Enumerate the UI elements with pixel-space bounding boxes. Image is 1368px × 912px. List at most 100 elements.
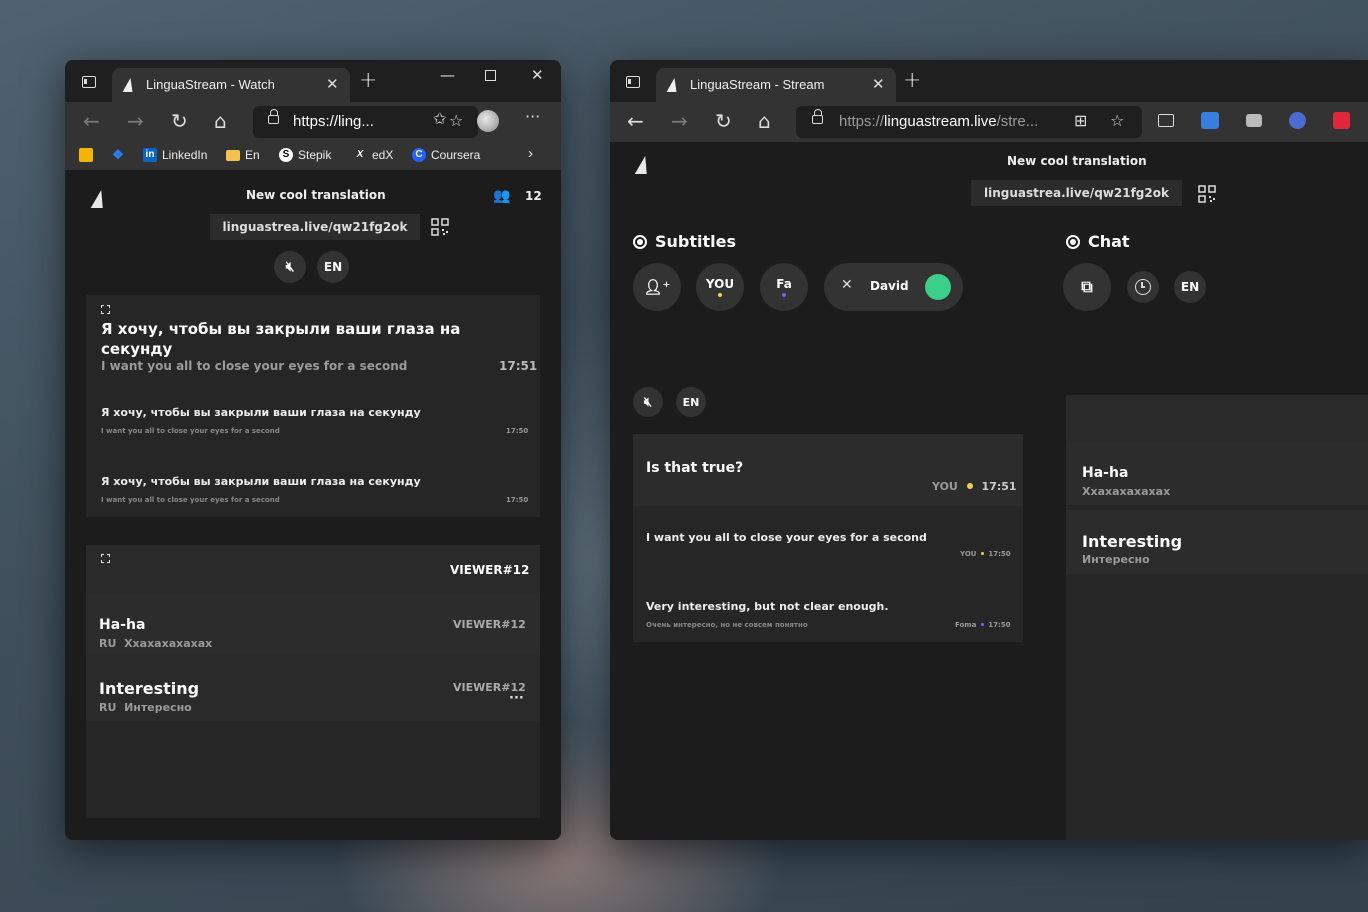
speaker-label: Fa: [776, 277, 792, 291]
add-favorite-icon[interactable]: ☆: [449, 112, 463, 130]
app-logo[interactable]: [634, 156, 652, 174]
url-text[interactable]: https://ling...: [293, 113, 374, 130]
chat-message-text: Interesting: [1082, 532, 1183, 551]
subtitle-item-time: 17:50: [506, 496, 529, 504]
forward-arrow-icon[interactable]: →: [671, 110, 688, 132]
stream-page: New cool translation linguastrea.live/qw…: [610, 142, 1368, 840]
radio-selected-icon: [1066, 234, 1080, 249]
language-button[interactable]: EN: [676, 387, 706, 417]
tab-actions-icon[interactable]: [626, 76, 640, 88]
chat-message: Ha-ha Ххахахахахах: [1066, 441, 1368, 505]
subtitle-item-translation: I want you all to close your eyes for a …: [101, 496, 280, 504]
linkedin-icon: in: [143, 148, 157, 162]
tab-title: LinguaStream - Stream: [690, 77, 825, 92]
close-tab-icon[interactable]: ✕: [872, 75, 885, 93]
refresh-icon[interactable]: ↻: [171, 110, 188, 132]
bookmark-dropbox[interactable]: ❖: [111, 148, 130, 162]
tab-actions-icon[interactable]: [82, 76, 96, 88]
refresh-icon[interactable]: ↻: [715, 110, 732, 132]
chat-message-translation: RU Ххахахахахах: [99, 637, 213, 650]
bookmark-coursera[interactable]: C Coursera: [412, 148, 480, 162]
remove-speaker-icon[interactable]: ✕: [841, 277, 853, 293]
minimize-button[interactable]: —: [440, 66, 455, 84]
home-icon[interactable]: ⌂: [214, 110, 227, 132]
add-person-icon: 👤︎⁺: [643, 278, 671, 296]
picture-in-picture-icon[interactable]: [1158, 114, 1174, 127]
tab-bar: LinguaStream - Stream ✕ +: [610, 60, 1368, 102]
chat-message-translation: Интересно: [1082, 553, 1150, 566]
cursor-extension-icon[interactable]: [1289, 112, 1306, 129]
bookmark-folder-en[interactable]: En: [226, 148, 260, 162]
chat-message-text: Ha-ha: [1082, 465, 1129, 481]
subtitle-current: Is that true? YOU 17:51: [633, 434, 1023, 506]
bookmark-stepik[interactable]: S Stepik: [279, 148, 331, 162]
chat-message-translation: RU Интересно: [99, 701, 192, 714]
back-arrow-icon[interactable]: ←: [627, 110, 644, 132]
chat-section-heading[interactable]: Chat: [1066, 232, 1130, 251]
qr-code-icon[interactable]: [431, 218, 449, 236]
more-menu-icon[interactable]: ···: [525, 108, 540, 126]
speaker-color-swatch[interactable]: [925, 274, 951, 300]
stream-link[interactable]: linguastrea.live/qw21fg2ok: [210, 214, 420, 240]
home-icon[interactable]: ⌂: [758, 110, 771, 132]
close-window-button[interactable]: ✕: [531, 66, 544, 84]
record-extension-icon[interactable]: [1333, 112, 1350, 129]
chat-current-viewer: VIEWER#12: [450, 563, 530, 577]
favorites-icon[interactable]: ✩: [433, 110, 446, 128]
new-tab-button[interactable]: +: [903, 70, 921, 92]
forward-arrow-icon[interactable]: →: [127, 110, 144, 132]
mute-button[interactable]: 🔇︎: [274, 251, 306, 283]
bookmark-linkedin[interactable]: in LinkedIn: [143, 148, 207, 162]
url-text[interactable]: https://linguastream.live/stre...: [839, 113, 1038, 130]
tab-stream[interactable]: LinguaStream - Stream ✕: [656, 68, 896, 102]
subtitle-item-text: Very interesting, but not clear enough.: [646, 600, 889, 613]
app-logo[interactable]: [90, 190, 108, 208]
viewers-icon: 👥: [493, 188, 511, 204]
fullscreen-icon[interactable]: [101, 305, 110, 314]
subtitle-current-time: 17:51: [499, 359, 538, 373]
camera-extension-icon[interactable]: [1246, 114, 1262, 127]
apps-icon[interactable]: ⊞: [1074, 112, 1087, 130]
back-arrow-icon[interactable]: ←: [83, 110, 100, 132]
tab-watch[interactable]: LinguaStream - Watch ✕: [112, 68, 350, 102]
active-speaker-chip[interactable]: ✕ David: [824, 263, 963, 311]
stream-browser-window: LinguaStream - Stream ✕ + ← → ↻ ⌂ https:…: [610, 60, 1368, 840]
bookmarks-more-chevron-icon[interactable]: ›: [528, 145, 533, 162]
address-bar[interactable]: https://linguastream.live/stre... ⊞ ☆: [796, 106, 1142, 138]
history-button[interactable]: [1127, 271, 1159, 303]
qr-code-icon[interactable]: [1198, 185, 1216, 203]
subtitle-item-text: I want you all to close your eyes for a …: [646, 531, 927, 544]
language-button[interactable]: EN: [317, 251, 349, 283]
chat-message-text: Ha-ha: [99, 617, 146, 633]
watch-page: New cool translation 👥 12 linguastrea.li…: [65, 170, 561, 840]
stream-title: New cool translation: [246, 188, 386, 202]
close-tab-icon[interactable]: ✕: [326, 75, 339, 93]
add-widget-button[interactable]: ⧉: [1063, 263, 1111, 311]
new-tab-button[interactable]: +: [359, 70, 377, 92]
message-more-icon[interactable]: ···: [509, 691, 524, 706]
muted-speaker-icon: 🔇︎: [285, 259, 295, 275]
fullscreen-icon[interactable]: [101, 554, 110, 563]
add-favorite-icon[interactable]: ☆: [1110, 112, 1124, 130]
bookmark-edx[interactable]: XedX: [353, 148, 394, 162]
stream-title: New cool translation: [1007, 154, 1147, 168]
language-button[interactable]: EN: [1174, 271, 1206, 303]
bookmarks-bar: ❖ in LinkedIn En S Stepik XedX C Coursera ›: [65, 142, 561, 170]
mute-button[interactable]: 🔇︎: [633, 387, 663, 417]
chat-message: Ha-ha RU Ххахахахахах VIEWER#12: [86, 593, 540, 655]
maximize-button[interactable]: [485, 67, 496, 85]
subtitle-current-text: Я хочу, чтобы вы закрыли ваши глаза на с…: [101, 320, 461, 358]
browser-toolbar: ← → ↻ ⌂ https://linguastream.live/stre..…: [610, 102, 1368, 142]
lock-icon: [268, 109, 279, 124]
subtitles-section-heading[interactable]: Subtitles: [633, 232, 736, 251]
stream-link[interactable]: linguastrea.live/qw21fg2ok: [971, 180, 1182, 206]
speaker-you-button[interactable]: YOU: [696, 263, 744, 311]
tab-bar: LinguaStream - Watch ✕ + — ✕: [65, 60, 561, 102]
add-speaker-button[interactable]: 👤︎⁺: [633, 263, 681, 311]
chat-message-translation: Ххахахахахах: [1082, 485, 1171, 498]
bookmark-keep[interactable]: [79, 148, 98, 162]
translate-extension-icon[interactable]: [1201, 112, 1219, 129]
profile-avatar[interactable]: [477, 110, 499, 132]
speaker-fa-button[interactable]: Fa: [760, 263, 808, 311]
subtitle-current-meta: YOU 17:51: [932, 480, 1017, 493]
